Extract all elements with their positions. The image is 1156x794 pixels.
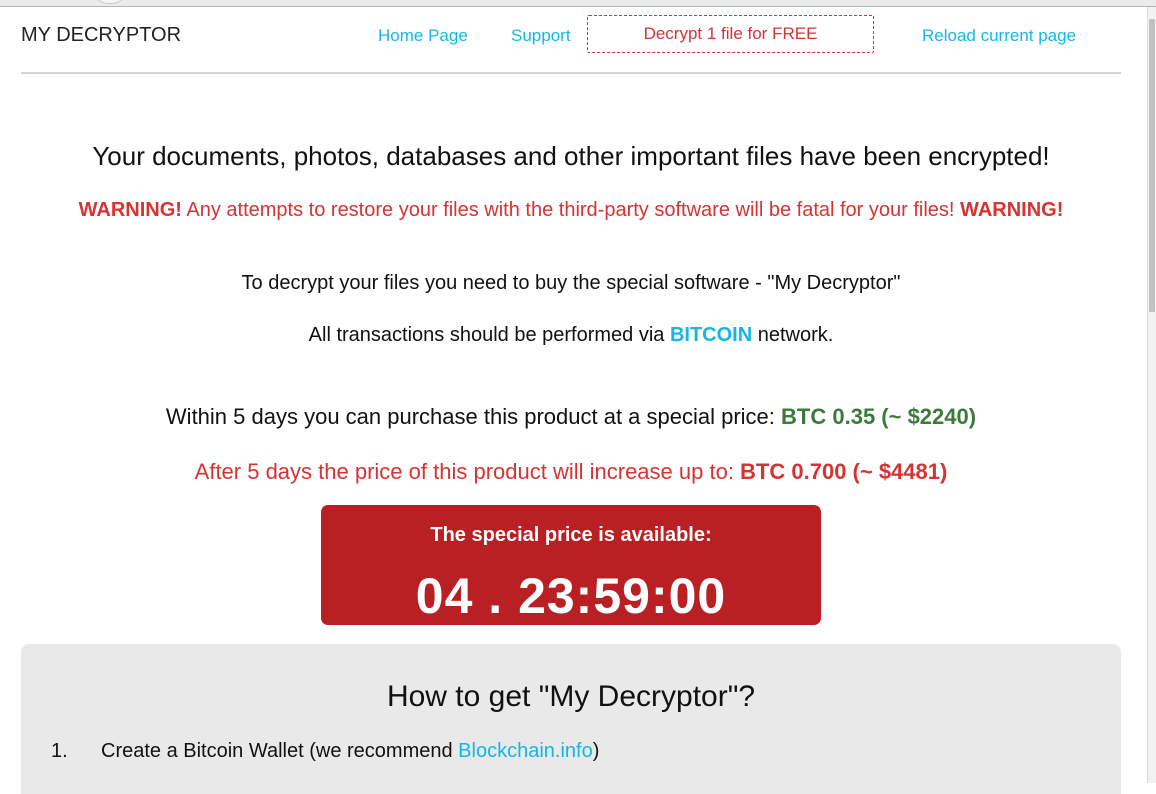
increased-price-line: After 5 days the price of this product w…	[21, 459, 1121, 485]
countdown-timer: 04 . 23:59:00	[415, 568, 727, 624]
countdown-label: The special price is available:	[430, 524, 712, 546]
reload-page-link[interactable]: Reload current page	[922, 26, 1076, 46]
step-number: 1.	[51, 740, 68, 762]
step-text: Create a Bitcoin Wallet (we recommend Bl…	[101, 740, 599, 763]
brand-title: MY DECRYPTOR	[21, 24, 182, 46]
how-to-section: How to get "My Decryptor"? 1. Create a B…	[21, 644, 1121, 794]
warning-text: Any attempts to restore your files with …	[181, 199, 961, 221]
how-to-title: How to get "My Decryptor"?	[386, 680, 756, 713]
decrypt-free-button[interactable]: Decrypt 1 file for FREE	[587, 15, 874, 53]
nav-support-link[interactable]: Support	[511, 26, 571, 46]
warning-tag-left: WARNING!	[78, 199, 182, 221]
special-price-amount: BTC 0.35 (~ $2240)	[781, 404, 977, 429]
bitcoin-label: BITCOIN	[669, 324, 753, 346]
increased-price-text: After 5 days the price of this product w…	[194, 459, 741, 484]
increased-price-amount: BTC 0.700 (~ $4481)	[740, 459, 948, 484]
special-price-text: Within 5 days you can purchase this prod…	[165, 404, 782, 429]
browser-top-bar	[0, 0, 1156, 7]
decrypt-instruction: To decrypt your files you need to buy th…	[241, 272, 901, 294]
transaction-text-after: network.	[752, 324, 834, 346]
page: MY DECRYPTOR Home Page Support Decrypt 1…	[21, 7, 1121, 794]
transaction-note: All transactions should be performed via…	[21, 324, 1121, 347]
header: MY DECRYPTOR Home Page Support Decrypt 1…	[21, 7, 1121, 74]
transaction-text-before: All transactions should be performed via	[308, 324, 670, 346]
browser-tab-edge	[96, 0, 124, 4]
scrollbar-thumb[interactable]	[1149, 19, 1155, 312]
nav-home-link[interactable]: Home Page	[378, 26, 468, 46]
step-text-after: )	[592, 740, 600, 762]
step-text-before: Create a Bitcoin Wallet (we recommend	[101, 740, 459, 762]
vertical-scrollbar[interactable]	[1147, 7, 1156, 783]
blockchain-link[interactable]: Blockchain.info	[458, 740, 593, 762]
countdown-box: The special price is available: 04 . 23:…	[321, 505, 821, 625]
special-price-line: Within 5 days you can purchase this prod…	[21, 404, 1121, 430]
warning-tag-right: WARNING!	[960, 199, 1064, 221]
encrypted-headline: Your documents, photos, databases and ot…	[92, 141, 1050, 171]
warning-message: WARNING! Any attempts to restore your fi…	[21, 199, 1121, 222]
